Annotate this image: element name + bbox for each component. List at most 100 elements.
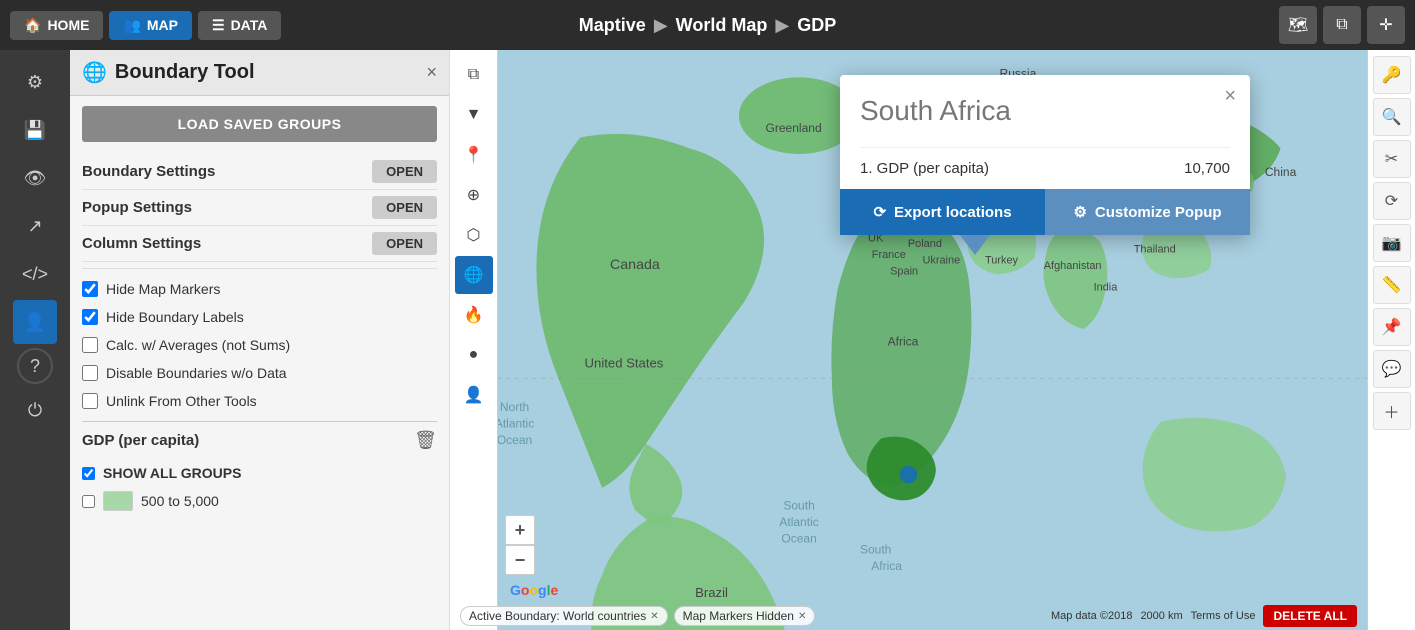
hide-markers-label: Hide Map Markers xyxy=(106,281,220,297)
unlink-row: Unlink From Other Tools xyxy=(82,387,437,415)
breadcrumb-gdp[interactable]: GDP xyxy=(797,15,836,36)
active-boundary-close-icon[interactable]: ✕ xyxy=(650,611,658,622)
zoom-controls: + − xyxy=(505,515,535,575)
export-locations-button[interactable]: ⟳ Export locations xyxy=(840,189,1045,235)
ruler-icon-button[interactable]: 📏 xyxy=(1373,266,1411,304)
route-tool-button[interactable]: ⊕ xyxy=(455,176,493,214)
disable-boundaries-checkbox[interactable] xyxy=(82,365,98,381)
popup-title: South Africa xyxy=(860,95,1230,127)
load-saved-groups-button[interactable]: LOAD SAVED GROUPS xyxy=(82,106,437,142)
sidebar-icon-power[interactable]: ⏻ xyxy=(13,388,57,432)
map-area[interactable]: Greenland Russia Canada United States Br… xyxy=(450,50,1367,630)
refresh-icon-button[interactable]: ⟳ xyxy=(1373,182,1411,220)
shape-tool-button[interactable]: ⬡ xyxy=(455,216,493,254)
zoom-in-button[interactable]: + xyxy=(505,515,535,545)
right-sidebar: 🔑 🔍 ✂ ⟳ 📷 📏 📌 💬 ＋ xyxy=(1367,50,1415,630)
boundary-settings-row: Boundary Settings OPEN xyxy=(82,154,437,190)
layers-icon-btn[interactable]: ⧉ xyxy=(1323,6,1361,44)
map-footer-right: Map data ©2018 2000 km Terms of Use DELE… xyxy=(1051,605,1357,627)
data-button[interactable]: ☰ DATA xyxy=(198,11,281,40)
panel-body: LOAD SAVED GROUPS Boundary Settings OPEN… xyxy=(70,96,449,525)
legend-item-checkbox[interactable] xyxy=(82,495,95,508)
heatmap-tool-button[interactable]: 🔥 xyxy=(455,296,493,334)
svg-text:Africa: Africa xyxy=(888,334,919,348)
hide-boundary-labels-row: Hide Boundary Labels xyxy=(82,303,437,331)
scale-label: 2000 km xyxy=(1140,610,1182,622)
sep1: ▶ xyxy=(654,15,668,36)
show-all-groups-checkbox[interactable] xyxy=(82,467,95,480)
filter-tool-button[interactable]: ▼ xyxy=(455,96,493,134)
zoom-out-button[interactable]: − xyxy=(505,545,535,575)
panel-header: 🌐 Boundary Tool × xyxy=(70,50,449,96)
home-icon: 🏠 xyxy=(24,17,41,34)
person-tool-button[interactable]: 👤 xyxy=(455,376,493,414)
terms-link[interactable]: Terms of Use xyxy=(1191,610,1256,622)
customize-popup-button[interactable]: ⚙ Customize Popup xyxy=(1045,189,1250,235)
map-icon-btn[interactable]: 🗺 xyxy=(1279,6,1317,44)
globe-tool-button[interactable]: 🌐 xyxy=(455,256,493,294)
sidebar-icon-help[interactable]: ? xyxy=(17,348,53,384)
svg-text:South: South xyxy=(860,542,891,556)
delete-group-button[interactable]: 🗑 xyxy=(414,430,437,451)
svg-text:France: France xyxy=(872,249,906,261)
markers-hidden-close-icon[interactable]: ✕ xyxy=(798,611,806,622)
key-icon-button[interactable]: 🔑 xyxy=(1373,56,1411,94)
left-sidebar: ⚙ 💾 👁 ↗ </> 👤 ? ⏻ xyxy=(0,50,70,630)
sidebar-icon-settings[interactable]: ⚙ xyxy=(13,60,57,104)
calc-averages-row: Calc. w/ Averages (not Sums) xyxy=(82,331,437,359)
sidebar-icon-user[interactable]: 👤 xyxy=(13,300,57,344)
column-settings-open-button[interactable]: OPEN xyxy=(372,232,437,255)
svg-text:Ocean: Ocean xyxy=(497,433,532,447)
plus-icon-btn[interactable]: ✛ xyxy=(1367,6,1405,44)
svg-text:Spain: Spain xyxy=(890,265,918,277)
svg-text:Ukraine: Ukraine xyxy=(922,254,960,266)
popup-settings-open-button[interactable]: OPEN xyxy=(372,196,437,219)
map-button[interactable]: 👥 MAP xyxy=(109,11,192,40)
calc-averages-checkbox[interactable] xyxy=(82,337,98,353)
search-icon-button[interactable]: 🔍 xyxy=(1373,98,1411,136)
panel-close-button[interactable]: × xyxy=(426,62,437,83)
copy-tool-button[interactable]: ⧉ xyxy=(455,56,493,94)
map-footer: Active Boundary: World countries ✕ Map M… xyxy=(450,602,1367,630)
popup-close-button[interactable]: × xyxy=(1224,85,1236,108)
unlink-checkbox[interactable] xyxy=(82,393,98,409)
sidebar-icon-view[interactable]: 👁 xyxy=(13,156,57,200)
disable-boundaries-label: Disable Boundaries w/o Data xyxy=(106,365,287,381)
hide-boundary-labels-label: Hide Boundary Labels xyxy=(106,309,244,325)
customize-icon: ⚙ xyxy=(1073,203,1086,221)
map-nav-icon: 👥 xyxy=(123,17,140,34)
hide-markers-checkbox[interactable] xyxy=(82,281,98,297)
pin-icon-button[interactable]: 📌 xyxy=(1373,308,1411,346)
breadcrumb-world-map[interactable]: World Map xyxy=(676,15,768,36)
hide-markers-row: Hide Map Markers xyxy=(82,275,437,303)
cluster-tool-button[interactable]: ● xyxy=(455,336,493,374)
panel-title-text: Boundary Tool xyxy=(115,61,255,84)
home-label: HOME xyxy=(47,17,89,33)
svg-text:Ocean: Ocean xyxy=(781,531,816,545)
active-boundary-tag[interactable]: Active Boundary: World countries ✕ xyxy=(460,606,668,626)
popup-panel: × South Africa 1. GDP (per capita) 10,70… xyxy=(840,75,1250,235)
sidebar-icon-code[interactable]: </> xyxy=(13,252,57,296)
home-button[interactable]: 🏠 HOME xyxy=(10,11,103,40)
scissors-icon-button[interactable]: ✂ xyxy=(1373,140,1411,178)
panel-title-row: 🌐 Boundary Tool xyxy=(82,60,255,85)
sidebar-icon-share[interactable]: ↗ xyxy=(13,204,57,248)
add-icon-button[interactable]: ＋ xyxy=(1373,392,1411,430)
show-all-row: SHOW ALL GROUPS xyxy=(82,459,437,487)
camera-icon-button[interactable]: 📷 xyxy=(1373,224,1411,262)
svg-text:India: India xyxy=(1094,282,1119,294)
hide-boundary-labels-checkbox[interactable] xyxy=(82,309,98,325)
sidebar-icon-save[interactable]: 💾 xyxy=(13,108,57,152)
google-logo: Google xyxy=(510,582,558,598)
pin-tool-button[interactable]: 📍 xyxy=(455,136,493,174)
app-name: Maptive xyxy=(579,15,646,36)
export-icon: ⟳ xyxy=(873,203,886,221)
delete-all-button[interactable]: DELETE ALL xyxy=(1263,605,1357,627)
svg-text:South: South xyxy=(783,499,814,513)
map-markers-hidden-tag[interactable]: Map Markers Hidden ✕ xyxy=(674,606,816,626)
nav-buttons: 🏠 HOME 👥 MAP ☰ DATA xyxy=(10,11,281,40)
chat-icon-button[interactable]: 💬 xyxy=(1373,350,1411,388)
svg-text:Turkey: Turkey xyxy=(985,254,1019,266)
boundary-settings-open-button[interactable]: OPEN xyxy=(372,160,437,183)
calc-averages-label: Calc. w/ Averages (not Sums) xyxy=(106,337,290,353)
